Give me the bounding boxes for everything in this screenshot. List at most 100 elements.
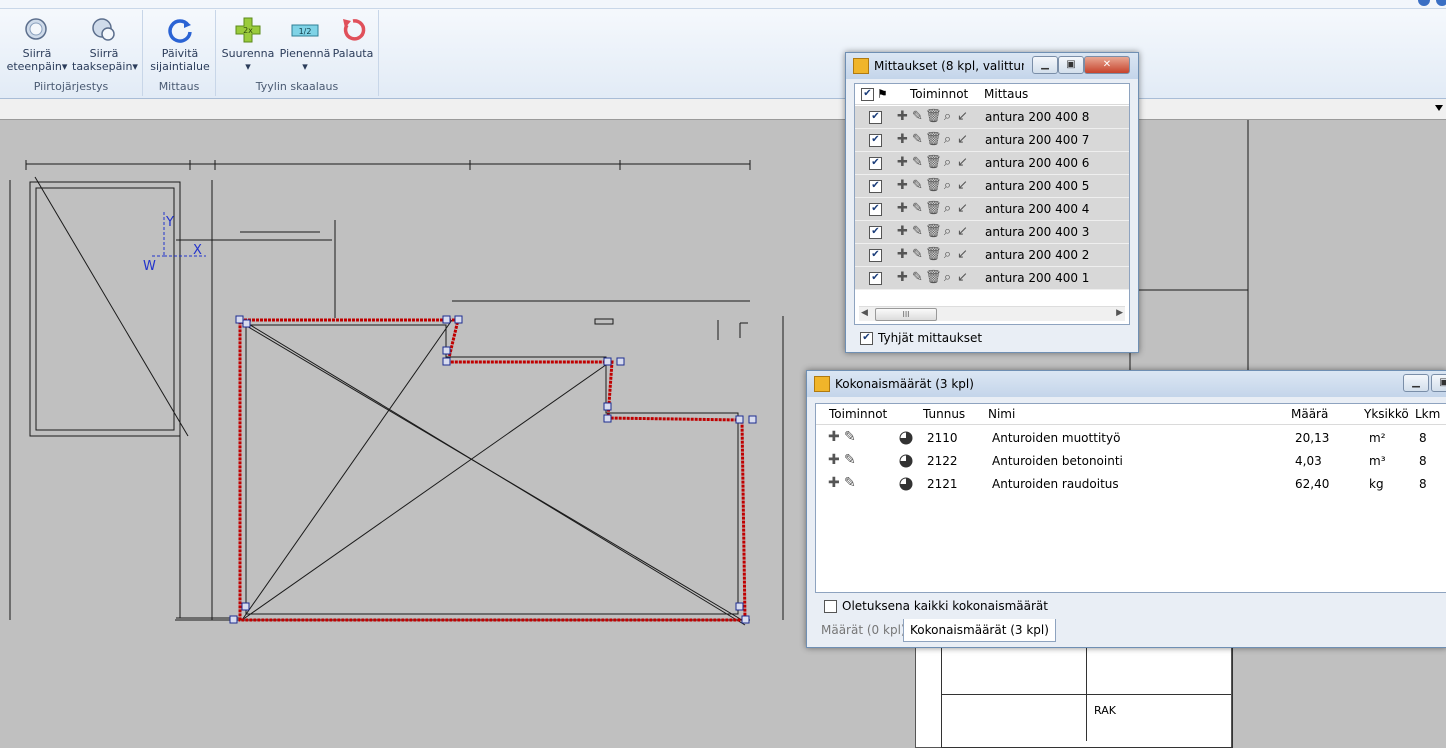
row-count: 8 bbox=[1419, 454, 1427, 468]
quantity-pie-icon[interactable] bbox=[899, 431, 913, 448]
zoom-icon[interactable]: ⌕ bbox=[940, 224, 955, 239]
list-item[interactable]: ✔ ✚ ✎ 🗑 ⌕ ↙ antura 200 400 6 bbox=[855, 152, 1129, 175]
tab-maarat[interactable]: Määrät (0 kpl) bbox=[815, 619, 912, 641]
list-item[interactable]: ✔ ✚ ✎ 🗑 ⌕ ↙ antura 200 400 5 bbox=[855, 175, 1129, 198]
siirra-eteenpain-button[interactable]: Siirrä eteenpäin▾ bbox=[6, 16, 68, 73]
select-all-checkbox[interactable]: ✔ bbox=[861, 88, 874, 101]
suurenna-button[interactable]: 2x Suurenna ▾ bbox=[220, 16, 276, 73]
empty-measurements-checkbox[interactable]: ✔ bbox=[860, 332, 873, 345]
kokonais-titlebar[interactable]: Kokonaismäärät (3 kpl) ▁ ▣ bbox=[807, 371, 1446, 397]
delete-icon[interactable]: 🗑 bbox=[925, 247, 942, 262]
add-icon[interactable]: ✚ bbox=[895, 132, 910, 147]
add-icon[interactable]: ✚ bbox=[895, 270, 910, 285]
group-tyylin-skaalaus: 2x Suurenna ▾ 1/2 Pienennä ▾ Palauta Tyy… bbox=[216, 10, 379, 96]
list-item[interactable]: ✔ ✚ ✎ 🗑 ⌕ ↙ antura 200 400 2 bbox=[855, 244, 1129, 267]
list-item[interactable]: ✔ ✚ ✎ 🗑 ⌕ ↙ antura 200 400 7 bbox=[855, 129, 1129, 152]
shrink-icon: 1/2 bbox=[291, 16, 319, 44]
zoom-icon[interactable]: ⌕ bbox=[940, 155, 955, 170]
delete-icon[interactable]: 🗑 bbox=[925, 109, 942, 124]
zoom-icon[interactable]: ⌕ bbox=[940, 109, 955, 124]
horizontal-scrollbar[interactable]: ◀ III ▶ bbox=[859, 306, 1125, 321]
edit-icon[interactable]: ✎ bbox=[910, 109, 925, 124]
edit-icon[interactable]: ✎ bbox=[910, 224, 925, 239]
edit-icon[interactable]: ✎ bbox=[910, 201, 925, 216]
locate-icon[interactable]: ↙ bbox=[955, 109, 970, 124]
default-all-checkbox[interactable] bbox=[824, 600, 837, 613]
edit-icon[interactable]: ✎ bbox=[910, 247, 925, 262]
row-name: Anturoiden betonointi bbox=[992, 454, 1123, 468]
locate-icon[interactable]: ↙ bbox=[955, 178, 970, 193]
row-checkbox[interactable]: ✔ bbox=[869, 226, 882, 239]
edit-icon[interactable]: ✎ bbox=[844, 452, 856, 468]
zoom-icon[interactable]: ⌕ bbox=[940, 270, 955, 285]
pienenna-button[interactable]: 1/2 Pienennä ▾ bbox=[278, 16, 332, 73]
add-icon[interactable]: ✚ bbox=[895, 201, 910, 216]
paivita-sijaintialue-button[interactable]: Päivitä sijaintialue bbox=[149, 16, 211, 73]
tab-kokonaismaarat[interactable]: Kokonaismäärät (3 kpl) bbox=[903, 619, 1056, 642]
add-icon[interactable]: ✚ bbox=[895, 155, 910, 170]
edit-icon[interactable]: ✎ bbox=[910, 270, 925, 285]
delete-icon[interactable]: 🗑 bbox=[925, 155, 942, 170]
tab-overflow-icon[interactable] bbox=[1435, 105, 1443, 111]
delete-icon[interactable]: 🗑 bbox=[925, 224, 942, 239]
maximize-button[interactable]: ▣ bbox=[1058, 56, 1084, 74]
siirra-taaksepain-button[interactable]: Siirrä taaksepäin▾ bbox=[72, 16, 138, 73]
mittaukset-titlebar[interactable]: Mittaukset (8 kpl, valittuna... ▁ ▣ ✕ bbox=[846, 53, 1138, 79]
locate-icon[interactable]: ↙ bbox=[955, 132, 970, 147]
locate-icon[interactable]: ↙ bbox=[955, 270, 970, 285]
minimize-button[interactable]: ▁ bbox=[1403, 374, 1429, 392]
delete-icon[interactable]: 🗑 bbox=[925, 178, 942, 193]
table-row[interactable]: ✚ ✎ 2121 Anturoiden raudoitus 62,40 kg 8 bbox=[816, 473, 1446, 495]
ucs-axis-y: Y bbox=[165, 215, 174, 230]
delete-icon[interactable]: 🗑 bbox=[925, 201, 942, 216]
kokonais-header: Toiminnot Tunnus Nimi Määrä Yksikkö Lkm bbox=[816, 404, 1446, 425]
filter-flag-icon[interactable]: ⚑ bbox=[877, 87, 888, 101]
edit-icon[interactable]: ✎ bbox=[910, 132, 925, 147]
row-checkbox[interactable]: ✔ bbox=[869, 249, 882, 262]
row-checkbox[interactable]: ✔ bbox=[869, 180, 882, 193]
edit-icon[interactable]: ✎ bbox=[910, 155, 925, 170]
list-item[interactable]: ✔ ✚ ✎ 🗑 ⌕ ↙ antura 200 400 3 bbox=[855, 221, 1129, 244]
row-checkbox[interactable]: ✔ bbox=[869, 203, 882, 216]
maximize-button[interactable]: ▣ bbox=[1431, 374, 1446, 392]
add-icon[interactable]: ✚ bbox=[895, 247, 910, 262]
locate-icon[interactable]: ↙ bbox=[955, 201, 970, 216]
locate-icon[interactable]: ↙ bbox=[955, 224, 970, 239]
add-icon[interactable]: ✚ bbox=[895, 178, 910, 193]
zoom-icon[interactable]: ⌕ bbox=[940, 247, 955, 262]
list-item[interactable]: ✔ ✚ ✎ 🗑 ⌕ ↙ antura 200 400 1 bbox=[855, 267, 1129, 290]
table-row[interactable]: ✚ ✎ 2110 Anturoiden muottityö 20,13 m² 8 bbox=[816, 427, 1446, 449]
scroll-left-arrow[interactable]: ◀ bbox=[861, 308, 868, 318]
list-item[interactable]: ✔ ✚ ✎ 🗑 ⌕ ↙ antura 200 400 4 bbox=[855, 198, 1129, 221]
add-icon[interactable]: ✚ bbox=[895, 109, 910, 124]
scroll-thumb[interactable]: III bbox=[875, 308, 937, 321]
row-checkbox[interactable]: ✔ bbox=[869, 157, 882, 170]
delete-icon[interactable]: 🗑 bbox=[925, 132, 942, 147]
locate-icon[interactable]: ↙ bbox=[955, 247, 970, 262]
add-icon[interactable]: ✚ bbox=[828, 475, 840, 491]
palauta-button[interactable]: Palauta bbox=[332, 16, 374, 60]
edit-icon[interactable]: ✎ bbox=[910, 178, 925, 193]
close-button[interactable]: ✕ bbox=[1084, 56, 1130, 74]
row-checkbox[interactable]: ✔ bbox=[869, 111, 882, 124]
list-item[interactable]: ✔ ✚ ✎ 🗑 ⌕ ↙ antura 200 400 8 bbox=[855, 106, 1129, 129]
add-icon[interactable]: ✚ bbox=[895, 224, 910, 239]
quantity-pie-icon[interactable] bbox=[899, 454, 913, 471]
locate-icon[interactable]: ↙ bbox=[955, 155, 970, 170]
paivita-label-1: Päivitä bbox=[161, 47, 199, 60]
delete-icon[interactable]: 🗑 bbox=[925, 270, 942, 285]
zoom-icon[interactable]: ⌕ bbox=[940, 132, 955, 147]
table-row[interactable]: ✚ ✎ 2122 Anturoiden betonointi 4,03 m³ 8 bbox=[816, 450, 1446, 472]
group-piirtojarjestys: Siirrä eteenpäin▾ Siirrä taaksepäin▾ Pii… bbox=[0, 10, 143, 96]
row-checkbox[interactable]: ✔ bbox=[869, 134, 882, 147]
add-icon[interactable]: ✚ bbox=[828, 429, 840, 445]
zoom-icon[interactable]: ⌕ bbox=[940, 201, 955, 216]
zoom-icon[interactable]: ⌕ bbox=[940, 178, 955, 193]
edit-icon[interactable]: ✎ bbox=[844, 429, 856, 445]
minimize-button[interactable]: ▁ bbox=[1032, 56, 1058, 74]
scroll-right-arrow[interactable]: ▶ bbox=[1116, 308, 1123, 318]
row-checkbox[interactable]: ✔ bbox=[869, 272, 882, 285]
edit-icon[interactable]: ✎ bbox=[844, 475, 856, 491]
quantity-pie-icon[interactable] bbox=[899, 477, 913, 494]
add-icon[interactable]: ✚ bbox=[828, 452, 840, 468]
